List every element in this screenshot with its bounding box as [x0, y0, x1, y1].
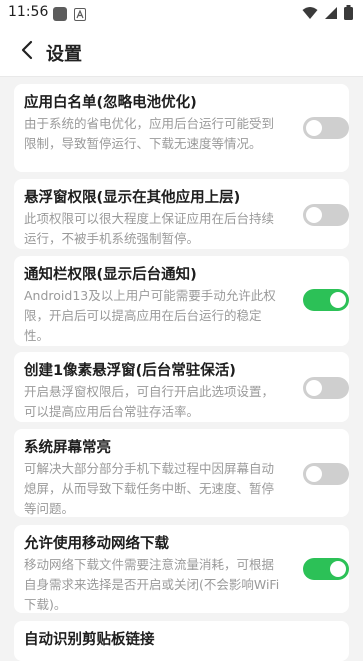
setting-title: 通知栏权限(显示后台通知): [24, 267, 197, 283]
toggle-knob: [306, 207, 322, 223]
setting-title: 应用白名单(忽略电池优化): [24, 95, 197, 111]
setting-screen-always-on[interactable]: 系统屏幕常亮 可解决大部分部分手机下载过程中因屏幕自动熄屏，从而导致下载任务中断…: [14, 429, 349, 517]
setting-battery-whitelist[interactable]: 应用白名单(忽略电池优化) 由于系统的省电优化，应用后台运行可能受到限制，导致暂…: [14, 84, 349, 172]
setting-description: Android13及以上用户可能需要手动允许此权限，开启后可以提高应用在后台运行…: [24, 288, 276, 343]
setting-title: 允许使用移动网络下载: [24, 536, 169, 552]
setting-mobile-data-download[interactable]: 允许使用移动网络下载 移动网络下载文件需要注意流量消耗，可根据自身需求来选择是否…: [14, 525, 349, 613]
status-time: 11:56: [8, 4, 49, 20]
overlay-permission-toggle[interactable]: [303, 204, 349, 226]
setting-title: 悬浮窗权限(显示在其他应用上层): [24, 190, 241, 206]
back-button[interactable]: [14, 39, 40, 65]
setting-notification-permission[interactable]: 通知栏权限(显示后台通知) Android13及以上用户可能需要手动允许此权限，…: [14, 256, 349, 346]
a-notification-icon: [74, 6, 86, 25]
setting-description: 开启悬浮窗权限后，可自行开启此选项设置，可以提高应用后台常驻存活率。: [24, 384, 275, 419]
battery-whitelist-toggle[interactable]: [303, 117, 349, 139]
signal-icon: [324, 5, 338, 24]
setting-overlay-permission[interactable]: 悬浮窗权限(显示在其他应用上层) 此项权限可以很大程度上保证应用在后台持续运行，…: [14, 179, 349, 249]
wifi-icon: [302, 5, 318, 24]
page-title: 设置: [46, 44, 82, 65]
status-bar: 11:56: [0, 0, 363, 26]
setting-title: 自动识别剪贴板链接: [24, 632, 155, 648]
notification-permission-toggle[interactable]: [303, 289, 349, 311]
setting-description: 可解决大部分部分手机下载过程中因屏幕自动熄屏，从而导致下载任务中断、无速度、暂停…: [24, 461, 275, 516]
setting-1px-overlay[interactable]: 创建1像素悬浮窗(后台常驻保活) 开启悬浮窗权限后，可自行开启此选项设置，可以提…: [14, 352, 349, 422]
setting-title: 创建1像素悬浮窗(后台常驻保活): [24, 363, 236, 379]
setting-clipboard-link-detection[interactable]: 自动识别剪贴板链接: [14, 621, 349, 661]
toggle-knob: [306, 120, 322, 136]
app-header: 设置: [0, 26, 363, 77]
screen-always-on-toggle[interactable]: [303, 463, 349, 485]
setting-description: 由于系统的省电优化，应用后台运行可能受到限制，导致暂停运行、下载无速度等情况。: [24, 116, 275, 151]
app-square-icon: [53, 6, 67, 25]
setting-description: 移动网络下载文件需要注意流量消耗，可根据自身需求来选择是否开启或关闭(不会影响W…: [24, 557, 280, 612]
setting-title: 系统屏幕常亮: [24, 440, 111, 456]
toggle-knob: [306, 380, 322, 396]
mobile-data-download-toggle[interactable]: [303, 558, 349, 580]
toggle-knob: [306, 466, 322, 482]
toggle-knob: [330, 292, 346, 308]
setting-description: 此项权限可以很大程度上保证应用在后台持续运行，不被手机系统强制暂停。: [24, 211, 275, 246]
chevron-left-icon: [20, 40, 34, 64]
battery-icon: [344, 5, 353, 24]
toggle-knob: [330, 561, 346, 577]
one-pixel-overlay-toggle[interactable]: [303, 377, 349, 399]
